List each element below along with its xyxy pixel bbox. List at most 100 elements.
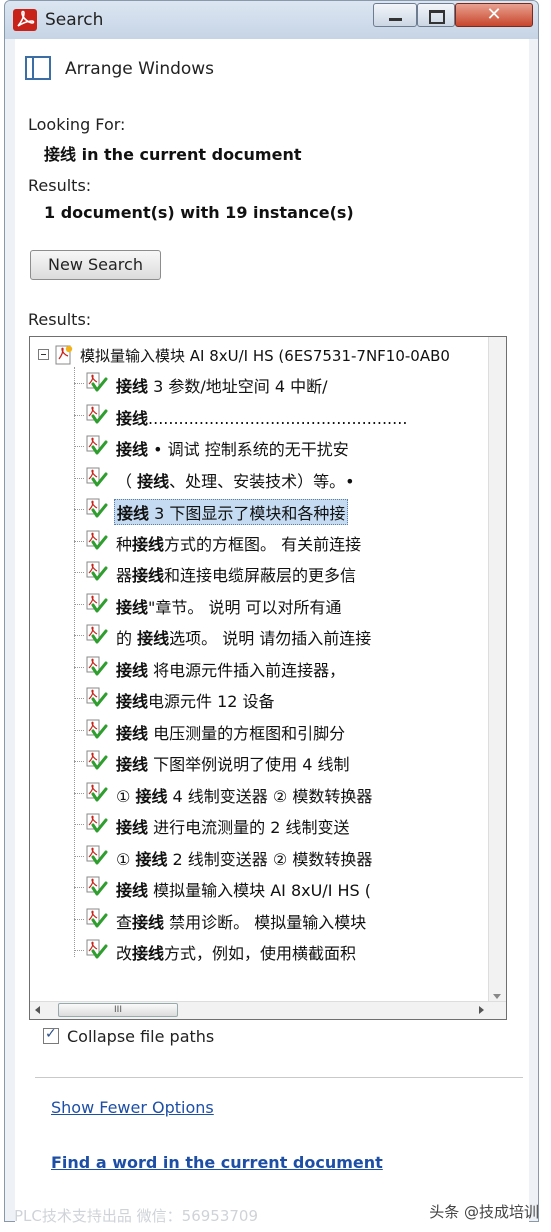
close-icon: ✕ xyxy=(486,4,502,25)
result-item[interactable]: （ 接线、处理、安装技术）等。• xyxy=(74,465,506,493)
tree-connector xyxy=(74,635,84,636)
collapse-file-paths-label: Collapse file paths xyxy=(67,1027,215,1046)
minimize-button[interactable] xyxy=(373,3,417,27)
horizontal-scroll-thumb[interactable]: III xyxy=(58,1003,178,1017)
tree-connector xyxy=(74,603,84,605)
result-match-term: 接线 xyxy=(117,504,150,523)
new-search-button[interactable]: New Search xyxy=(30,250,161,280)
result-match-term: 接线 xyxy=(116,408,149,428)
result-item[interactable]: 接线电源元件 12 设备 xyxy=(74,685,506,713)
result-match-term: 接线 xyxy=(116,723,149,743)
search-scope: in the current document xyxy=(76,145,302,164)
looking-for-value: 接线 in the current document xyxy=(44,141,302,165)
tree-connector xyxy=(74,950,84,951)
result-item[interactable]: ① 接线 2 线制变送器 ② 模数转换器 xyxy=(74,843,506,871)
divider xyxy=(35,1077,523,1078)
search-result-icon xyxy=(84,498,108,520)
result-item-text: 的 接线选项。 说明 请勿插入前连接 xyxy=(114,625,373,649)
result-match-term: 接线 xyxy=(116,881,149,900)
collapse-file-paths-checkbox[interactable] xyxy=(43,1026,59,1044)
result-item-text: 查接线 禁用诊断。 模拟量输入模块 xyxy=(114,909,368,933)
close-button[interactable]: ✕ xyxy=(455,3,533,27)
vertical-scrollbar[interactable] xyxy=(488,337,506,1003)
result-item[interactable]: 接线 进行电流测量的 2 线制变送 xyxy=(74,811,506,839)
result-item[interactable]: ① 接线 4 线制变送器 ② 模数转换器 xyxy=(74,780,506,808)
tree-connector xyxy=(74,698,84,699)
scroll-right-icon[interactable] xyxy=(479,1006,484,1014)
result-item-text: 接线 进行电流测量的 2 线制变送 xyxy=(114,814,351,838)
result-item-text: 接线 下图举例说明了使用 4 线制 xyxy=(114,751,351,775)
search-result-icon xyxy=(84,782,108,804)
find-word-link[interactable]: Find a word in the current document xyxy=(51,1153,383,1172)
result-context-after: 进行电流测量的 2 线制变送 xyxy=(148,818,350,837)
result-item-text: 接线"章节。 说明 可以对所有通 xyxy=(114,594,344,618)
results-summary-value: 1 document(s) with 19 instance(s) xyxy=(44,203,354,222)
title-bar[interactable]: Search ✕ xyxy=(5,1,538,39)
scroll-down-icon[interactable] xyxy=(493,994,501,999)
watermark-right: 头条 @技成培训 xyxy=(429,1203,539,1221)
result-match-term: 接线 xyxy=(135,849,168,869)
result-item[interactable]: 接线 将电源元件插入前连接器， xyxy=(74,654,506,682)
results-tree[interactable]: 模拟量输入模块 AI 8xU/I HS (6ES7531-7NF10-0AB0 … xyxy=(29,336,507,1020)
maximize-button[interactable] xyxy=(417,3,455,27)
search-result-icon xyxy=(84,561,108,583)
search-panel: Arrange Windows Looking For: 接线 in the c… xyxy=(15,39,529,1223)
search-term: 接线 xyxy=(44,145,77,164)
result-item[interactable]: 接线 3 下图显示了模块和各种接 xyxy=(74,496,506,525)
result-item[interactable]: 接线 电压测量的方框图和引脚分 xyxy=(74,717,506,745)
tree-connector xyxy=(74,887,84,888)
tree-connector xyxy=(74,792,84,794)
document-node[interactable]: 模拟量输入模块 AI 8xU/I HS (6ES7531-7NF10-0AB0 xyxy=(38,344,506,368)
result-context-after: 下图举例说明了使用 4 线制 xyxy=(148,755,350,774)
result-match-term: 接线 xyxy=(137,629,170,648)
result-context-before: 查 xyxy=(116,912,133,932)
result-context-after: 3 参数/地址空间 4 中断/ xyxy=(148,377,328,396)
result-match-term: 接线 xyxy=(116,660,149,680)
acrobat-icon xyxy=(13,9,37,31)
result-item-text: 接线 将电源元件插入前连接器， xyxy=(114,657,347,681)
results-summary-label: Results: xyxy=(28,176,92,195)
scroll-left-icon[interactable] xyxy=(35,1006,40,1014)
result-item[interactable]: 接线......................................… xyxy=(74,402,506,430)
result-item-text: 接线电源元件 12 设备 xyxy=(114,688,277,712)
search-result-icon xyxy=(84,435,108,457)
search-result-icon xyxy=(84,750,108,772)
horizontal-scrollbar[interactable]: III xyxy=(30,1001,506,1019)
result-item-text: 接线 模拟量输入模块 AI 8xU/I HS ( xyxy=(114,877,373,901)
result-item[interactable]: 接线 • 调试 控制系统的无干扰安 xyxy=(74,433,506,461)
show-fewer-options-link[interactable]: Show Fewer Options xyxy=(51,1098,214,1117)
looking-for-label: Looking For: xyxy=(28,115,126,134)
result-context-after: 电压测量的方框图和引脚分 xyxy=(148,723,346,743)
result-match-term: 接线 xyxy=(116,377,149,396)
result-item[interactable]: 种接线方式的方框图。 有关前连接 xyxy=(74,528,506,556)
collapse-toggle-icon[interactable] xyxy=(38,349,49,360)
result-context-before: （ xyxy=(116,471,138,491)
search-result-icon xyxy=(84,404,108,426)
search-result-icon xyxy=(84,593,108,615)
result-item[interactable]: 的 接线选项。 说明 请勿插入前连接 xyxy=(74,622,506,650)
search-result-icon xyxy=(84,845,108,867)
search-result-icon xyxy=(84,372,108,394)
tree-connector xyxy=(74,540,84,542)
result-item[interactable]: 接线 下图举例说明了使用 4 线制 xyxy=(74,748,506,776)
result-context-after: 2 线制变送器 ② 模数转换器 xyxy=(167,849,373,869)
result-context-after: 模拟量输入模块 AI 8xU/I HS ( xyxy=(148,881,372,900)
result-item[interactable]: 接线 3 参数/地址空间 4 中断/ xyxy=(74,370,506,398)
result-item[interactable]: 查接线 禁用诊断。 模拟量输入模块 xyxy=(74,906,506,934)
result-match-term: 接线 xyxy=(137,471,170,491)
result-item[interactable]: 改接线方式，例如，使用横截面积 xyxy=(74,937,506,965)
result-context-before: 改 xyxy=(116,944,133,963)
document-name: 模拟量输入模块 AI 8xU/I HS (6ES7531-7NF10-0AB0 xyxy=(80,347,450,365)
result-item-text: 器接线和连接电缆屏蔽层的更多信 xyxy=(114,562,358,586)
result-match-term: 接线 xyxy=(132,566,165,585)
result-item-text: （ 接线、处理、安装技术）等。• xyxy=(114,468,357,492)
search-result-icon xyxy=(84,908,108,930)
result-match-term: 接线 xyxy=(116,818,149,837)
result-context-after: ........................................… xyxy=(148,408,408,428)
result-item[interactable]: 接线 模拟量输入模块 AI 8xU/I HS ( xyxy=(74,874,506,902)
result-item[interactable]: 器接线和连接电缆屏蔽层的更多信 xyxy=(74,559,506,587)
search-result-icon xyxy=(84,467,108,489)
result-item-text: ① 接线 2 线制变送器 ② 模数转换器 xyxy=(114,846,374,870)
search-result-icon xyxy=(84,813,108,835)
result-item[interactable]: 接线"章节。 说明 可以对所有通 xyxy=(74,591,506,619)
